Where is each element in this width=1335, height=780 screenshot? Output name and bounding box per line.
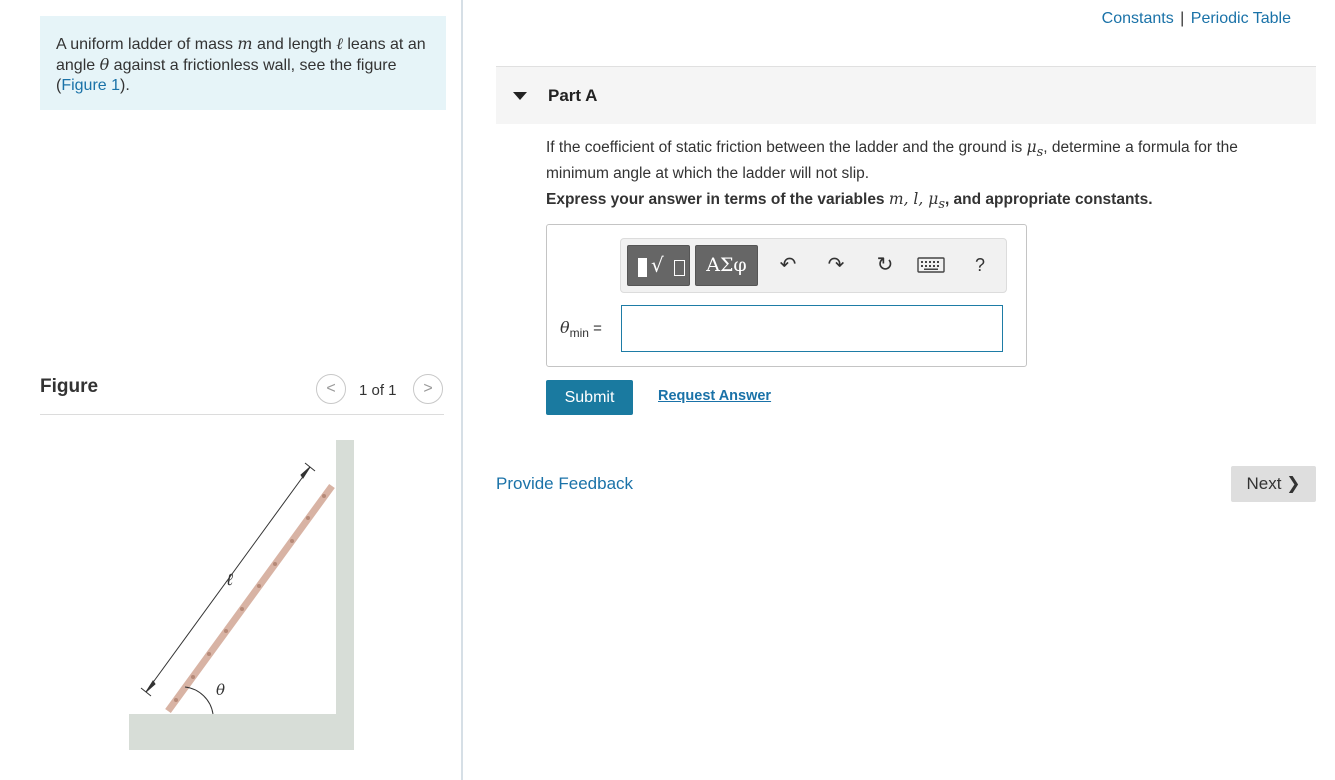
- figure-title: Figure: [40, 376, 99, 397]
- column-divider: [461, 0, 463, 780]
- answer-var-theta: θ: [560, 318, 570, 337]
- figure-prev-button[interactable]: <: [316, 374, 346, 404]
- provide-feedback-link[interactable]: Provide Feedback: [496, 474, 633, 494]
- answer-equals: =: [588, 320, 602, 337]
- link-separator: |: [1180, 10, 1185, 27]
- answer-label: θmin =: [560, 318, 602, 340]
- keyboard-icon[interactable]: [917, 254, 945, 276]
- undo-icon[interactable]: ↶: [775, 252, 801, 278]
- figure-next-button[interactable]: >: [413, 374, 443, 404]
- var-length: ℓ: [336, 34, 343, 53]
- redo-icon[interactable]: ↷: [823, 252, 849, 278]
- instruction-vars: m, l, μ: [888, 190, 939, 208]
- ladder-figure: ℓ θ: [129, 440, 354, 750]
- angle-label: θ: [216, 681, 225, 699]
- answer-box: √ ΑΣφ ↶ ↷ ↻ ? θmin =: [546, 224, 1027, 367]
- intro-text-2: and length: [252, 36, 337, 53]
- part-header[interactable]: Part A: [496, 67, 1316, 124]
- reset-icon[interactable]: ↻: [872, 252, 898, 278]
- periodic-table-link[interactable]: Periodic Table: [1191, 10, 1291, 27]
- problem-intro: A uniform ladder of mass m and length ℓ …: [40, 16, 446, 110]
- intro-text-1: A uniform ladder of mass: [56, 36, 238, 53]
- template-square-icon: [674, 260, 685, 276]
- question-text-1: If the coefficient of static friction be…: [546, 139, 1027, 156]
- wall: [336, 440, 354, 750]
- figure-header: Figure < 1 of 1 >: [40, 372, 444, 415]
- caret-down-icon[interactable]: [513, 92, 527, 100]
- var-mu: μ: [1026, 138, 1037, 156]
- instruction-vars-sub: s: [938, 197, 945, 213]
- var-theta: θ: [99, 55, 110, 74]
- next-label: Next: [1246, 474, 1282, 493]
- var-m: m: [237, 34, 253, 53]
- figure-page-count: 1 of 1: [359, 382, 397, 399]
- help-button[interactable]: ?: [967, 252, 993, 278]
- angle-arc: [184, 686, 214, 715]
- request-answer-link[interactable]: Request Answer: [658, 388, 771, 404]
- chevron-right-icon: ❯: [1286, 474, 1301, 493]
- greek-symbols-button[interactable]: ΑΣφ: [695, 245, 758, 286]
- intro-text-4: against a frictionless wall, see the fig…: [109, 57, 397, 74]
- template-button[interactable]: √: [627, 245, 690, 286]
- question-text: If the coefficient of static friction be…: [546, 137, 1296, 184]
- length-label: ℓ: [226, 570, 233, 590]
- instruction-text: Express your answer in terms of the vari…: [546, 190, 1306, 212]
- submit-button[interactable]: Submit: [546, 380, 633, 415]
- answer-var-sub: min: [569, 326, 589, 340]
- answer-input[interactable]: [621, 305, 1003, 352]
- constants-link[interactable]: Constants: [1102, 10, 1174, 27]
- next-button[interactable]: Next ❯: [1231, 466, 1316, 502]
- figure-link[interactable]: Figure 1: [61, 77, 120, 94]
- radical-icon: √: [651, 253, 664, 277]
- paren-close: ).: [120, 77, 130, 94]
- ground: [129, 714, 354, 750]
- instruction-text-2: , and appropriate constants.: [944, 191, 1153, 208]
- math-toolbar: √ ΑΣφ ↶ ↷ ↻ ?: [620, 238, 1007, 293]
- part-title: Part A: [548, 86, 598, 105]
- template-block-icon: [638, 258, 647, 277]
- header-links: Constants | Periodic Table: [1102, 10, 1291, 28]
- instruction-text-1: Express your answer in terms of the vari…: [546, 191, 889, 208]
